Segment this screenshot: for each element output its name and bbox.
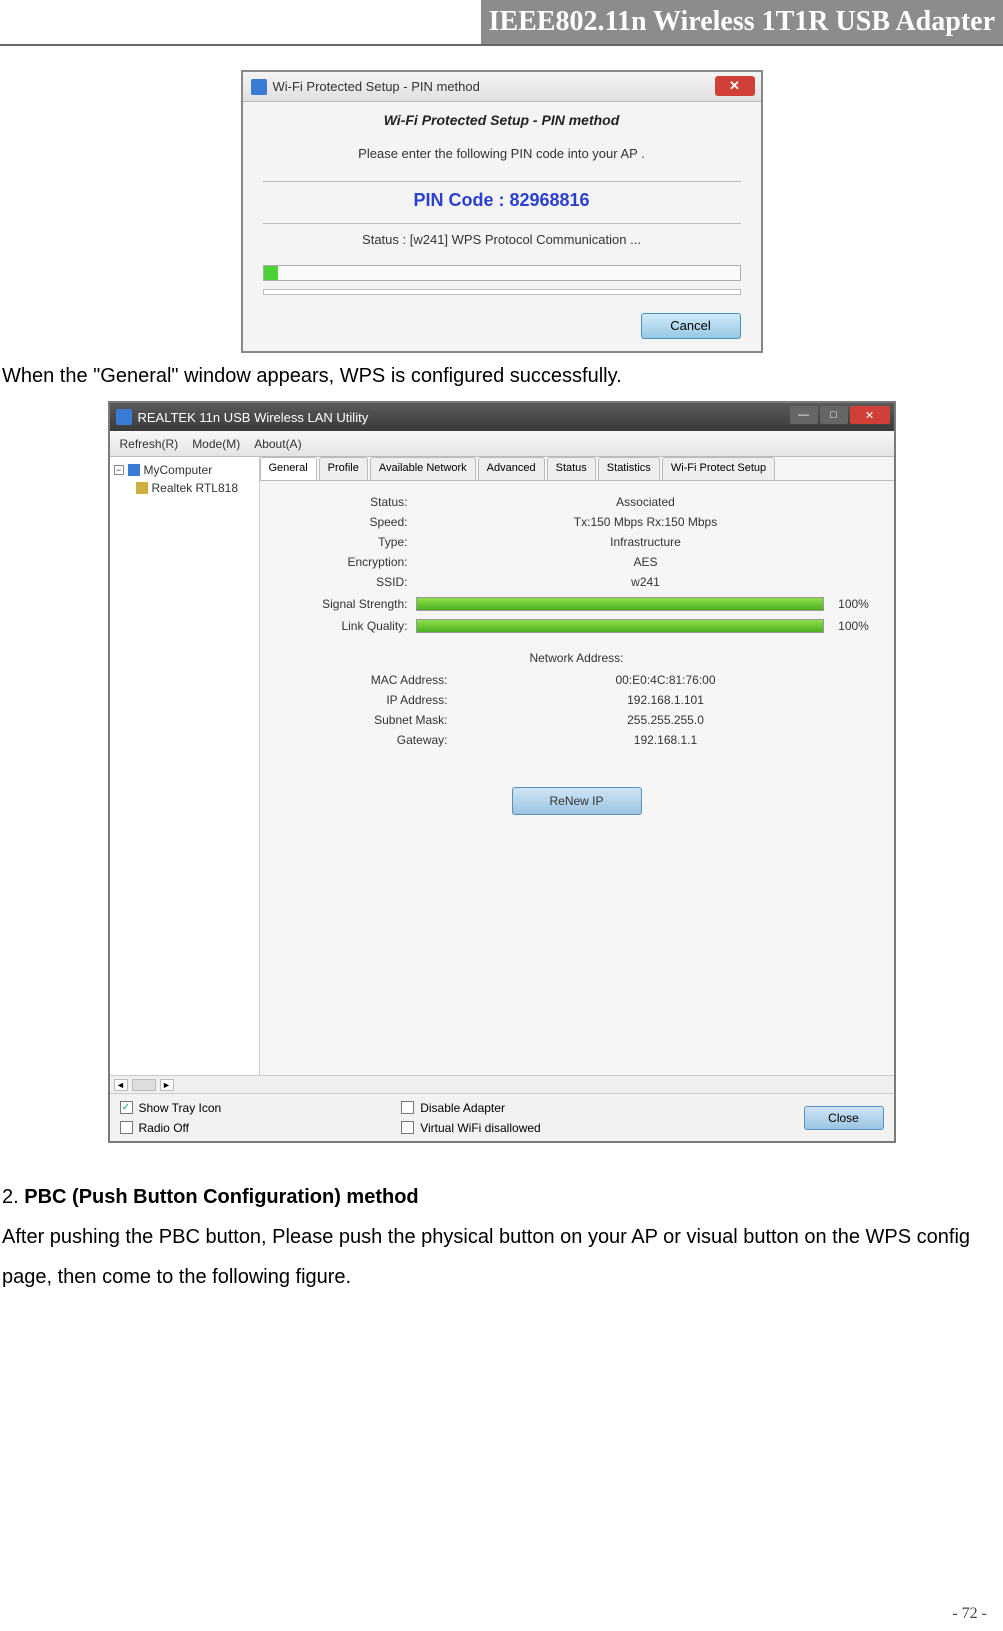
page-number: - 72 -: [952, 1605, 987, 1623]
tab-available-network[interactable]: Available Network: [370, 457, 476, 480]
computer-icon: [128, 464, 140, 476]
disable-adapter-label: Disable Adapter: [420, 1101, 505, 1115]
checkbox-unchecked-icon: [120, 1121, 133, 1134]
renew-ip-button[interactable]: ReNew IP: [512, 787, 642, 815]
wps-dialog-close-button[interactable]: ✕: [715, 76, 755, 96]
scroll-left-icon[interactable]: ◄: [114, 1079, 128, 1091]
scroll-thumb[interactable]: [132, 1079, 156, 1091]
virtual-wifi-label: Virtual WiFi disallowed: [420, 1121, 541, 1135]
wps-progress-track: [263, 289, 741, 295]
tab-bar: General Profile Available Network Advanc…: [260, 457, 894, 481]
wps-progress-fill: [264, 266, 278, 280]
wlan-utility-window: REALTEK 11n USB Wireless LAN Utility — □…: [108, 401, 896, 1143]
pbc-lead: 2.: [2, 1186, 24, 1208]
label-gateway: Gateway:: [318, 733, 448, 747]
label-ip: IP Address:: [318, 693, 448, 707]
wps-subtitle: Wi-Fi Protected Setup - PIN method: [263, 112, 741, 128]
utility-title: REALTEK 11n USB Wireless LAN Utility: [138, 410, 369, 425]
paragraph-pbc: 2. PBC (Push Button Configuration) metho…: [2, 1177, 1003, 1297]
menu-bar: Refresh(R) Mode(M) About(A): [110, 431, 894, 457]
link-quality-pct: 100%: [832, 619, 876, 633]
value-gateway: 192.168.1.1: [456, 733, 876, 747]
value-status: Associated: [416, 495, 876, 509]
bottom-bar: ✓ Show Tray Icon Radio Off Disable Adapt…: [110, 1093, 894, 1141]
label-subnet: Subnet Mask:: [318, 713, 448, 727]
tab-statistics[interactable]: Statistics: [598, 457, 660, 480]
wps-progress-bar: [263, 265, 741, 281]
value-ssid: w241: [416, 575, 876, 589]
page-header-title: IEEE802.11n Wireless 1T1R USB Adapter: [481, 0, 1003, 44]
tab-general[interactable]: General: [260, 457, 317, 480]
label-encryption: Encryption:: [278, 555, 408, 569]
network-address-label: Network Address:: [278, 651, 876, 665]
link-quality-bar: [416, 619, 824, 633]
virtual-wifi-checkbox[interactable]: Virtual WiFi disallowed: [401, 1121, 541, 1135]
label-link-quality: Link Quality:: [278, 619, 408, 633]
scroll-right-icon[interactable]: ►: [160, 1079, 174, 1091]
menu-mode[interactable]: Mode(M): [192, 437, 240, 451]
checkbox-checked-icon: ✓: [120, 1101, 133, 1114]
general-panel: Status: Associated Speed: Tx:150 Mbps Rx:1…: [260, 481, 894, 825]
value-mac: 00:E0:4C:81:76:00: [456, 673, 876, 687]
menu-about[interactable]: About(A): [254, 437, 301, 451]
signal-strength-bar: [416, 597, 824, 611]
horizontal-scrollbar[interactable]: ◄ ►: [110, 1075, 894, 1093]
disable-adapter-checkbox[interactable]: Disable Adapter: [401, 1101, 541, 1115]
wps-instruction: Please enter the following PIN code into…: [263, 146, 741, 161]
label-ssid: SSID:: [278, 575, 408, 589]
wps-dialog-icon: [251, 79, 267, 95]
wps-pin-dialog: Wi-Fi Protected Setup - PIN method ✕ Wi-…: [241, 70, 763, 353]
radio-off-label: Radio Off: [139, 1121, 189, 1135]
tab-status[interactable]: Status: [547, 457, 596, 480]
value-speed: Tx:150 Mbps Rx:150 Mbps: [416, 515, 876, 529]
utility-icon: [116, 409, 132, 425]
show-tray-checkbox[interactable]: ✓ Show Tray Icon: [120, 1101, 222, 1115]
value-type: Infrastructure: [416, 535, 876, 549]
paragraph-after-pin: When the "General" window appears, WPS i…: [2, 361, 1003, 391]
menu-refresh[interactable]: Refresh(R): [120, 437, 179, 451]
wps-status-text: Status : [w241] WPS Protocol Communicati…: [263, 232, 741, 247]
adapter-icon: [136, 482, 148, 494]
signal-strength-pct: 100%: [832, 597, 876, 611]
value-ip: 192.168.1.101: [456, 693, 876, 707]
value-subnet: 255.255.255.0: [456, 713, 876, 727]
tree-root-label[interactable]: MyComputer: [144, 463, 213, 477]
cancel-button[interactable]: Cancel: [641, 313, 741, 339]
pbc-body: After pushing the PBC button, Please pus…: [2, 1226, 970, 1288]
radio-off-checkbox[interactable]: Radio Off: [120, 1121, 222, 1135]
device-tree: − MyComputer Realtek RTL818: [110, 457, 260, 1075]
value-encryption: AES: [416, 555, 876, 569]
tab-advanced[interactable]: Advanced: [478, 457, 545, 480]
tree-toggle[interactable]: −: [114, 465, 124, 475]
label-type: Type:: [278, 535, 408, 549]
checkbox-unchecked-icon: [401, 1121, 414, 1134]
show-tray-label: Show Tray Icon: [139, 1101, 222, 1115]
window-close-button[interactable]: ✕: [850, 406, 890, 424]
wps-pin-code: PIN Code : 82968816: [263, 190, 741, 211]
maximize-button[interactable]: □: [820, 406, 848, 424]
label-signal: Signal Strength:: [278, 597, 408, 611]
tab-profile[interactable]: Profile: [319, 457, 368, 480]
minimize-button[interactable]: —: [790, 406, 818, 424]
label-status: Status:: [278, 495, 408, 509]
utility-titlebar: REALTEK 11n USB Wireless LAN Utility — □…: [110, 403, 894, 431]
close-button[interactable]: Close: [804, 1106, 884, 1130]
checkbox-unchecked-icon: [401, 1101, 414, 1114]
pbc-heading: PBC (Push Button Configuration) method: [24, 1186, 418, 1208]
header-rule: [0, 44, 1003, 46]
tab-wps[interactable]: Wi-Fi Protect Setup: [662, 457, 775, 480]
close-icon: ✕: [729, 78, 740, 94]
tree-child-label[interactable]: Realtek RTL818: [152, 481, 239, 495]
label-mac: MAC Address:: [318, 673, 448, 687]
wps-dialog-titlebar: Wi-Fi Protected Setup - PIN method ✕: [243, 72, 761, 102]
wps-dialog-title: Wi-Fi Protected Setup - PIN method: [273, 79, 480, 94]
label-speed: Speed:: [278, 515, 408, 529]
